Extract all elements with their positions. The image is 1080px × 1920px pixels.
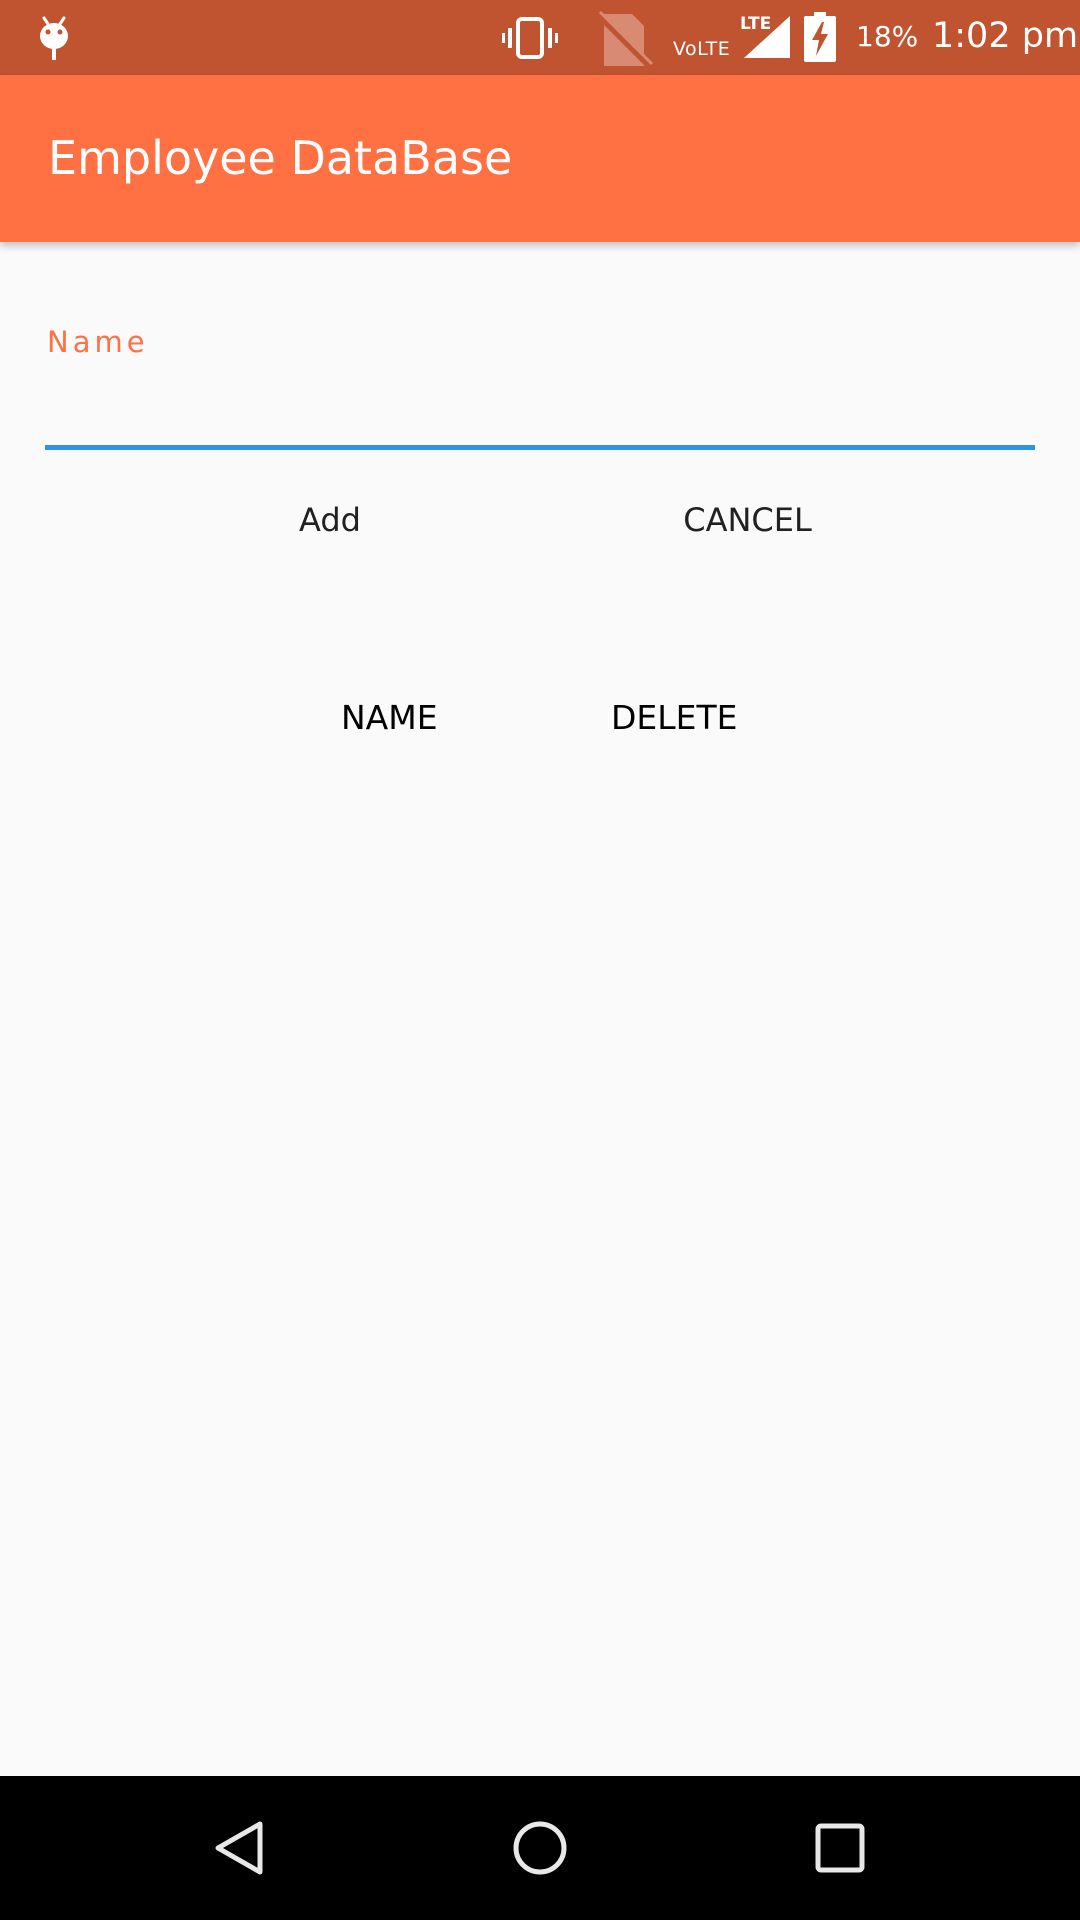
signal-icon xyxy=(744,16,790,58)
recents-icon xyxy=(815,1823,865,1873)
battery-charging-icon xyxy=(804,12,836,62)
navigation-bar xyxy=(0,1776,1080,1920)
name-input-underline xyxy=(45,445,1035,450)
clock: 1:02 pm xyxy=(932,16,1079,56)
vibrate-icon xyxy=(502,17,558,59)
volte-label: VoLTE xyxy=(673,38,731,60)
name-input[interactable] xyxy=(45,372,1035,442)
home-icon xyxy=(513,1821,567,1875)
battery-percent: 18% xyxy=(856,20,919,53)
back-button[interactable] xyxy=(160,1776,320,1920)
recents-button[interactable] xyxy=(760,1776,920,1920)
column-header-delete: DELETE xyxy=(611,698,738,737)
app-bar: Employee DataBase xyxy=(0,75,1080,242)
column-header-name: NAME xyxy=(341,698,438,737)
cancel-button[interactable]: CANCEL xyxy=(660,480,835,560)
status-bar: VoLTE LTE 18% 1:02 pm xyxy=(0,0,1080,75)
home-button[interactable] xyxy=(460,1776,620,1920)
app-title: Employee DataBase xyxy=(48,131,513,185)
add-button[interactable]: Add xyxy=(240,480,420,560)
name-field-label: Name xyxy=(47,325,149,359)
no-sim-icon xyxy=(595,10,654,70)
screen: VoLTE LTE 18% 1:02 pm Employee DataBase … xyxy=(0,0,1080,1920)
debug-icon xyxy=(40,16,68,60)
back-icon xyxy=(215,1821,263,1875)
